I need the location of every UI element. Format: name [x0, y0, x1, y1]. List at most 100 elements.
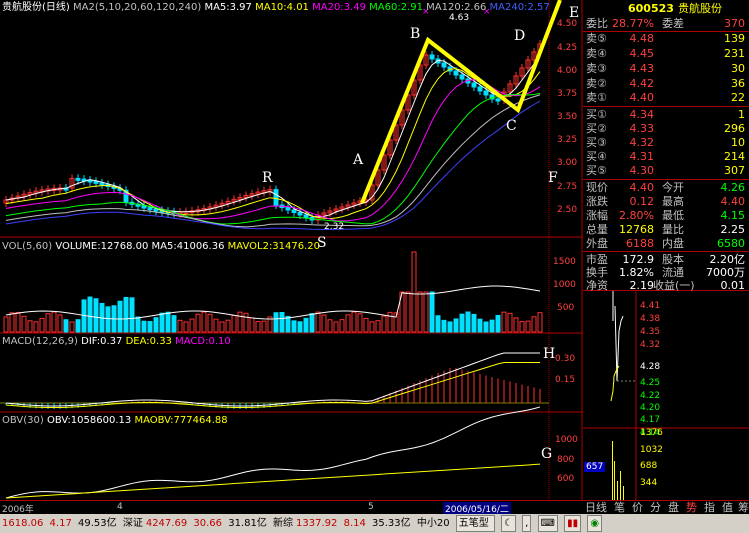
buy-row[interactable]: 买⑤ 4.30 307: [583, 165, 749, 177]
sz-amount: 31.81亿: [228, 518, 267, 529]
keyboard-icon[interactable]: ⌨: [537, 514, 558, 532]
date-label: 4: [117, 502, 123, 512]
volume-bar: [297, 321, 303, 333]
volume-bar: [195, 313, 201, 333]
volume-value: VOLUME:12768.00: [55, 241, 149, 252]
sz-change: 30.66: [193, 518, 223, 529]
volume-bar: [411, 251, 417, 333]
tab-minute[interactable]: 分: [650, 501, 661, 515]
stat-value: 2.20亿: [709, 253, 746, 266]
buy-price: 4.33: [629, 122, 655, 135]
tab-index[interactable]: 指: [704, 501, 715, 515]
mini-tick: 4.17: [640, 415, 661, 425]
ma20-line: [5, 79, 541, 222]
zx-change: 8.14: [343, 518, 366, 529]
stat-label: 涨跌: [586, 195, 608, 208]
buy-vol: 214: [724, 150, 745, 163]
pen-input-button[interactable]: 五笔型: [455, 514, 495, 532]
stock-code: 600523: [628, 2, 674, 15]
low-price-label: 2.32: [324, 222, 345, 232]
comma-icon[interactable]: ,: [522, 514, 532, 532]
tab-price[interactable]: 价: [632, 501, 643, 515]
tab-ticks[interactable]: 笔: [614, 501, 625, 515]
tab-value[interactable]: 值: [722, 501, 733, 515]
volume-bar: [105, 306, 111, 333]
volume-bar: [129, 297, 135, 333]
divider: [583, 106, 749, 107]
price-tick: 3.00: [557, 158, 578, 168]
candle-body: [141, 205, 147, 209]
sell-vol: 231: [724, 47, 745, 60]
sell-row[interactable]: 卖① 4.40 22: [583, 92, 749, 104]
volume-bar: [459, 313, 465, 333]
buy-row[interactable]: 买④ 4.31 214: [583, 151, 749, 163]
mini-tick: 4.25: [640, 378, 661, 388]
obv-value: OBV:1058600.13: [46, 415, 132, 426]
volume-bar: [501, 311, 507, 333]
moon-icon[interactable]: ☾: [500, 514, 516, 532]
volume-bar: [327, 319, 333, 333]
sh-index: 1618.06: [2, 518, 44, 529]
candle-body: [441, 62, 447, 68]
volume-bar: [303, 317, 309, 333]
candle-body: [477, 86, 483, 92]
buy-row[interactable]: 买① 4.34 1: [583, 109, 749, 121]
tab-book[interactable]: 盘: [668, 501, 679, 515]
volume-bar: [321, 314, 327, 333]
status-bar: 1618.06 4.17 49.53亿 深证 4247.69 30.66 31.8…: [0, 514, 749, 533]
volume-bar: [435, 315, 441, 333]
buy-row[interactable]: 买③ 4.32 10: [583, 137, 749, 149]
ma5-value: MA5:3.97: [204, 2, 252, 13]
ma240-line: [5, 100, 541, 230]
stat-label: 外盘: [586, 237, 608, 250]
buy-row[interactable]: 买② 4.33 296: [583, 123, 749, 135]
volume-bar: [243, 312, 249, 333]
sell-row[interactable]: 卖⑤ 4.48 139: [583, 33, 749, 45]
zxb-label: 中小20: [416, 518, 450, 529]
obv-tick: 800: [557, 455, 575, 465]
divider: [583, 251, 749, 252]
volume-bar: [189, 318, 195, 333]
weibi-row: 委比 28.77% 委差 370: [583, 18, 749, 30]
buy-price: 4.30: [629, 164, 655, 177]
stat-value: 2.80%: [619, 209, 654, 222]
intraday-mini-chart[interactable]: [583, 291, 749, 500]
price-tick: 3.25: [557, 135, 578, 145]
label-S: S: [317, 235, 327, 251]
sell-vol: 22: [731, 91, 745, 104]
sell-row[interactable]: 卖② 4.42 36: [583, 78, 749, 90]
stat-value: 4.26: [720, 181, 746, 194]
volume-bar: [291, 320, 297, 333]
weibi-label: 委比: [586, 17, 608, 30]
volume-bar: [33, 321, 39, 333]
obv-tick: 600: [557, 474, 575, 484]
sell-row[interactable]: 卖③ 4.43 30: [583, 63, 749, 75]
price-tick: 3.50: [557, 112, 578, 122]
volume-bar: [531, 316, 537, 333]
stock-name: 贵航股份: [678, 2, 722, 15]
mini-tick: 4.41: [640, 301, 661, 311]
tab-trend[interactable]: 势: [686, 501, 697, 515]
tab-chips[interactable]: 筹: [738, 501, 749, 515]
price-tick: 4.50: [557, 19, 578, 29]
volume-bar: [333, 321, 339, 333]
ma60-line: [5, 92, 541, 225]
candle-body: [471, 82, 477, 88]
volume-bar: [213, 318, 219, 333]
candle-body: [147, 207, 153, 211]
network-icon[interactable]: ◉: [587, 514, 603, 532]
signal-icon[interactable]: ▮▮: [564, 514, 582, 532]
buy-label: 买④: [586, 150, 607, 163]
sell-label: 卖⑤: [586, 32, 607, 45]
dif-value: DIF:0.37: [81, 336, 123, 347]
sell-row[interactable]: 卖④ 4.45 231: [583, 48, 749, 60]
obv-label: OBV(30): [2, 415, 44, 426]
volume-bar: [471, 313, 477, 333]
pen-label: 五笔型: [458, 517, 489, 529]
label-G: G: [541, 446, 553, 462]
tab-daily[interactable]: 日线: [585, 501, 607, 515]
date-axis: 2006年 4 5 2006/05/16/二: [0, 500, 583, 515]
volume-bar: [279, 311, 285, 333]
ma10-line: [5, 68, 541, 220]
candle-body: [429, 54, 435, 60]
